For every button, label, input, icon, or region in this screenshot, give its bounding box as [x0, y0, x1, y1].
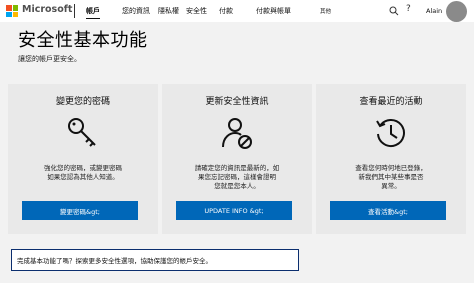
top-navigation-bar: Microsoft 帳戶 您的資訊 隱私權 安全性 付款 付款與帳單 其他 ? … — [0, 0, 474, 22]
avatar[interactable] — [446, 1, 467, 22]
card-description-line: 查看您何時何地已登錄， — [355, 164, 427, 172]
history-icon — [376, 119, 405, 147]
card-title: 變更您的密碼 — [55, 97, 110, 107]
card-description: 查看您何時何地已登錄， 新我們其中某些事是否 異常。 — [330, 164, 452, 191]
card-description-line: 新我們其中某些事是否 — [358, 173, 424, 181]
view-activity-button[interactable]: 查看活動&gt; — [330, 201, 446, 220]
card-description-line: 您就是您本人。 — [214, 182, 260, 190]
page-subtitle: 讓您的帳戶更安全。 — [18, 55, 81, 63]
nav-item-your-info[interactable]: 您的資訊 — [122, 6, 150, 16]
nav-more-menu[interactable]: 其他 — [320, 7, 331, 15]
card-description-line: 異常。 — [381, 182, 401, 190]
recent-activity-card: 查看最近的活動 查看您何時何地已登錄， 新我們其中某些事是否 異常。 查看活動&… — [316, 84, 466, 234]
card-description-line: 強化您的密碼，或變更密碼 — [44, 164, 122, 172]
update-security-info-card: 更新安全性資訊 請確定您的資訊是最新的，如 果您忘記密碼，這樣會證明 您就是您本… — [162, 84, 312, 234]
microsoft-logo-icon[interactable] — [6, 5, 18, 17]
page-title: 安全性基本功能 — [18, 30, 148, 51]
nav-item-payment[interactable]: 付款 — [219, 6, 233, 16]
key-icon — [68, 118, 96, 147]
nav-item-security[interactable]: 安全性 — [186, 6, 207, 16]
more-security-options-link[interactable]: 完成基本功能了嗎？探索更多安全性選項，協助保護您的帳戶安全。 — [17, 255, 212, 265]
user-name[interactable]: Alain — [426, 7, 442, 15]
update-info-button[interactable]: UPDATE INFO &gt; — [176, 201, 292, 220]
user-block-icon — [222, 118, 252, 149]
search-icon[interactable] — [389, 6, 399, 16]
card-description-line: 果您忘記密碼，這樣會證明 — [198, 173, 276, 181]
card-description: 請確定您的資訊是最新的，如 果您忘記密碼，這樣會證明 您就是您本人。 — [176, 164, 298, 191]
brand-name[interactable]: Microsoft — [22, 4, 72, 15]
nav-item-privacy[interactable]: 隱私權 — [158, 6, 179, 16]
change-password-card: 變更您的密碼 強化您的密碼，或變更密碼 如果您認為其他人知道。 變更密碼&gt; — [8, 84, 158, 234]
change-password-button[interactable]: 變更密碼&gt; — [22, 201, 138, 220]
card-description-line: 請確定您的資訊是最新的，如 — [194, 164, 280, 172]
more-security-options-banner[interactable]: 完成基本功能了嗎？探索更多安全性選項，協助保護您的帳戶安全。 — [11, 249, 299, 271]
header-divider — [74, 4, 75, 18]
card-description: 強化您的密碼，或變更密碼 如果您認為其他人知道。 — [22, 164, 144, 182]
card-description-line: 如果您認為其他人知道。 — [47, 173, 119, 181]
help-icon[interactable]: ? — [406, 4, 411, 14]
nav-item-payment-billing[interactable]: 付款與帳單 — [256, 6, 291, 16]
nav-item-account[interactable]: 帳戶 — [86, 6, 100, 19]
card-title: 查看最近的活動 — [359, 97, 423, 107]
card-title: 更新安全性資訊 — [205, 97, 269, 107]
